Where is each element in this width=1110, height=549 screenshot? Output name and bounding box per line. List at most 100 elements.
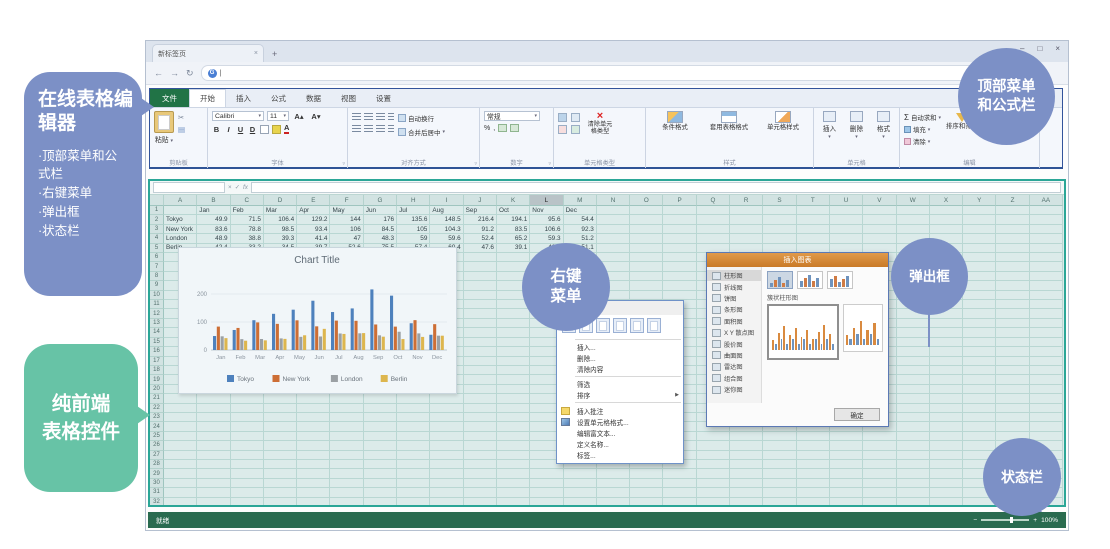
- cell[interactable]: [730, 451, 763, 460]
- cell[interactable]: [464, 281, 497, 290]
- dialog-title-bar[interactable]: 插入图表: [707, 253, 888, 267]
- cell[interactable]: [797, 460, 830, 469]
- cell[interactable]: [464, 413, 497, 422]
- cell[interactable]: [897, 460, 930, 469]
- cell[interactable]: [830, 225, 863, 234]
- cell[interactable]: 71.5: [231, 215, 264, 224]
- cell[interactable]: [1030, 215, 1063, 224]
- cell[interactable]: [996, 253, 1029, 262]
- column-header-E[interactable]: E: [297, 195, 330, 206]
- cell[interactable]: London: [164, 234, 197, 243]
- align-bottom-icon[interactable]: [376, 113, 385, 121]
- insert-cells-button[interactable]: 插入 ▾: [818, 111, 841, 140]
- context-menu-item[interactable]: 定义名称...: [557, 439, 683, 450]
- wrap-text-button[interactable]: 自动换行: [398, 113, 445, 123]
- cell[interactable]: [197, 460, 230, 469]
- cell[interactable]: [497, 469, 530, 478]
- cell[interactable]: [797, 215, 830, 224]
- cell[interactable]: [797, 206, 830, 215]
- cell[interactable]: [297, 498, 330, 507]
- cell[interactable]: [264, 451, 297, 460]
- cell[interactable]: [697, 479, 730, 488]
- fx-icon[interactable]: fx: [243, 184, 248, 191]
- cell[interactable]: Dec: [564, 206, 597, 215]
- chart-type-item-6[interactable]: X Y 散点图: [707, 327, 761, 338]
- increase-decimal-icon[interactable]: [498, 124, 507, 132]
- cell[interactable]: [1030, 394, 1063, 403]
- cell[interactable]: [597, 206, 630, 215]
- cell[interactable]: [231, 404, 264, 413]
- cell[interactable]: [497, 253, 530, 262]
- cell[interactable]: [663, 469, 696, 478]
- cell[interactable]: [397, 469, 430, 478]
- cell[interactable]: [630, 488, 663, 497]
- cell[interactable]: [497, 375, 530, 384]
- cell[interactable]: [763, 215, 796, 224]
- cell[interactable]: [897, 413, 930, 422]
- cell[interactable]: [963, 300, 996, 309]
- cell[interactable]: [231, 413, 264, 422]
- cell[interactable]: [963, 253, 996, 262]
- dialog-launcher-icon[interactable]: ▿: [474, 161, 477, 167]
- row-header-8[interactable]: 8: [150, 272, 164, 281]
- cell[interactable]: [397, 422, 430, 431]
- cell[interactable]: [530, 469, 563, 478]
- cell[interactable]: [797, 479, 830, 488]
- cell[interactable]: [863, 460, 896, 469]
- cell[interactable]: [264, 441, 297, 450]
- cell[interactable]: [464, 366, 497, 375]
- cell[interactable]: [430, 441, 463, 450]
- cell[interactable]: 38.8: [231, 234, 264, 243]
- cell[interactable]: [264, 394, 297, 403]
- cell[interactable]: 54.4: [564, 215, 597, 224]
- cell[interactable]: [1030, 309, 1063, 318]
- cell[interactable]: [497, 413, 530, 422]
- cell[interactable]: [464, 469, 497, 478]
- cell[interactable]: [963, 262, 996, 271]
- row-header-26[interactable]: 26: [150, 441, 164, 450]
- cell[interactable]: [697, 206, 730, 215]
- cell[interactable]: [297, 460, 330, 469]
- cell[interactable]: [996, 206, 1029, 215]
- cell[interactable]: [663, 215, 696, 224]
- cell[interactable]: [330, 488, 363, 497]
- cell[interactable]: [897, 375, 930, 384]
- cell[interactable]: [897, 422, 930, 431]
- chart-subtype-thumb-3[interactable]: [827, 271, 853, 289]
- cell[interactable]: [830, 498, 863, 507]
- cell[interactable]: [663, 234, 696, 243]
- cell[interactable]: [1030, 291, 1063, 300]
- fill-button[interactable]: 填充 ▾: [904, 125, 941, 134]
- cell[interactable]: [897, 441, 930, 450]
- chart-type-item-8[interactable]: 曲面图: [707, 350, 761, 361]
- cell[interactable]: [1030, 244, 1063, 253]
- cell[interactable]: [897, 404, 930, 413]
- cell[interactable]: [797, 498, 830, 507]
- orientation-icon[interactable]: [388, 113, 394, 121]
- cell[interactable]: [464, 272, 497, 281]
- cell[interactable]: [930, 319, 963, 328]
- cell[interactable]: [763, 441, 796, 450]
- delete-cells-button[interactable]: 删除 ▾: [845, 111, 868, 140]
- cell[interactable]: [963, 244, 996, 253]
- cell[interactable]: [963, 272, 996, 281]
- cell[interactable]: Nov: [530, 206, 563, 215]
- maximize-icon[interactable]: □: [1037, 44, 1042, 53]
- cell[interactable]: [863, 479, 896, 488]
- row-header-17[interactable]: 17: [150, 357, 164, 366]
- cell[interactable]: [730, 469, 763, 478]
- cell[interactable]: [863, 441, 896, 450]
- cell[interactable]: [930, 413, 963, 422]
- cell[interactable]: [930, 347, 963, 356]
- chart-preview-alt[interactable]: [843, 304, 883, 352]
- cell[interactable]: [630, 253, 663, 262]
- cell[interactable]: [996, 357, 1029, 366]
- cell[interactable]: [963, 404, 996, 413]
- celltype-checkbox-icon[interactable]: [571, 113, 580, 122]
- cell[interactable]: [397, 404, 430, 413]
- cell[interactable]: [697, 469, 730, 478]
- cell[interactable]: [497, 441, 530, 450]
- formula-input[interactable]: [251, 182, 1061, 193]
- chart-type-item-2[interactable]: 折线图: [707, 281, 761, 292]
- chart-subtype-thumb-1[interactable]: [767, 271, 793, 289]
